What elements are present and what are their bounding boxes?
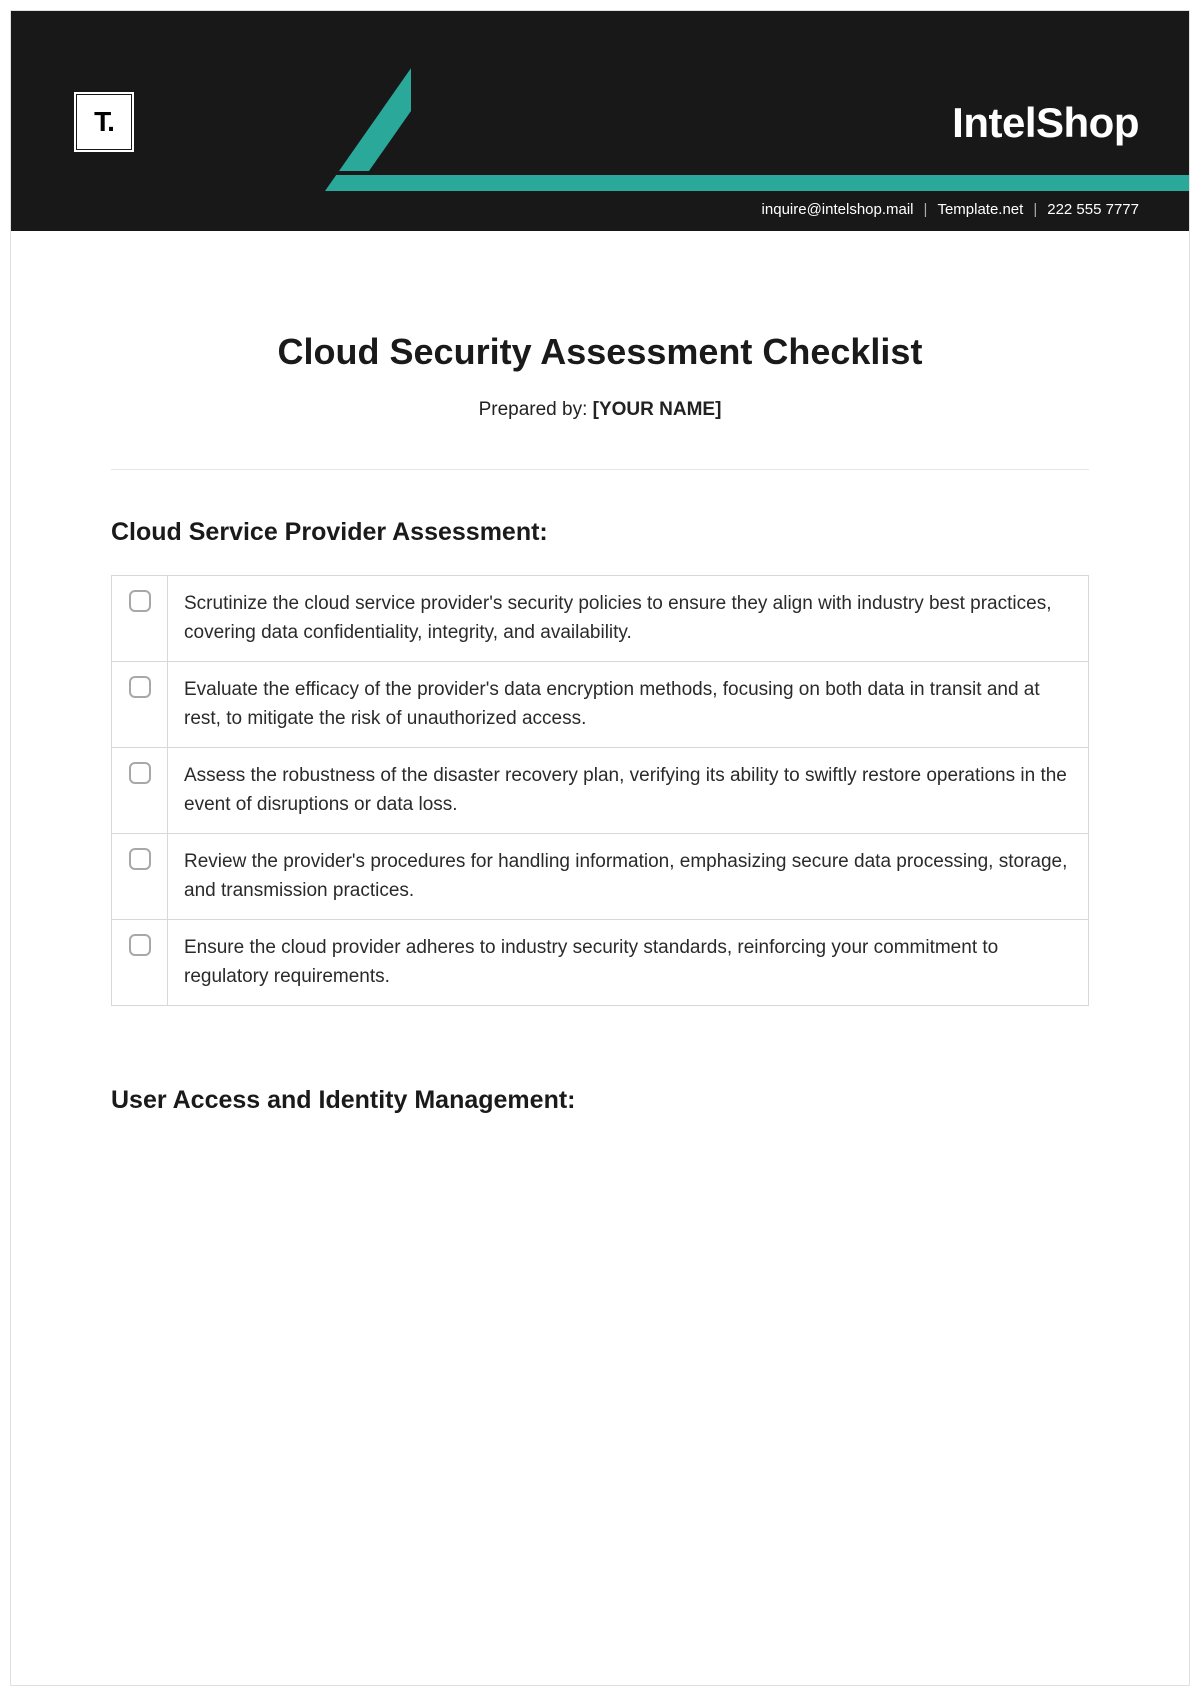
document-title: Cloud Security Assessment Checklist	[111, 331, 1089, 373]
prepared-by: Prepared by: [YOUR NAME]	[111, 399, 1089, 421]
section-title: User Access and Identity Management:	[111, 1086, 1089, 1115]
contact-phone: 222 555 7777	[1047, 201, 1139, 218]
prepared-by-value: [YOUR NAME]	[593, 399, 722, 420]
checkbox-cell	[112, 576, 168, 662]
checkbox-icon[interactable]	[129, 848, 151, 870]
company-name: IntelShop	[952, 99, 1139, 147]
header-diagonal-accent	[11, 11, 411, 191]
contact-site: Template.net	[937, 201, 1023, 218]
logo-text: T.	[94, 106, 114, 138]
checkbox-cell	[112, 920, 168, 1006]
checkbox-icon[interactable]	[129, 676, 151, 698]
separator: |	[1033, 201, 1037, 218]
checkbox-icon[interactable]	[129, 590, 151, 612]
section-title: Cloud Service Provider Assessment:	[111, 518, 1089, 547]
checklist-table: Scrutinize the cloud service provider's …	[111, 575, 1089, 1006]
checklist-item-text: Ensure the cloud provider adheres to ind…	[168, 920, 1089, 1006]
checkbox-icon[interactable]	[129, 762, 151, 784]
checklist-item-text: Review the provider's procedures for han…	[168, 834, 1089, 920]
checklist-row: Review the provider's procedures for han…	[112, 834, 1089, 920]
divider	[111, 469, 1089, 470]
checklist-item-text: Evaluate the efficacy of the provider's …	[168, 662, 1089, 748]
checklist-row: Assess the robustness of the disaster re…	[112, 748, 1089, 834]
prepared-by-label: Prepared by:	[479, 399, 593, 420]
separator: |	[924, 201, 928, 218]
checklist-row: Scrutinize the cloud service provider's …	[112, 576, 1089, 662]
document-page: T. IntelShop inquire@intelshop.mail | Te…	[10, 10, 1190, 1686]
checklist-item-text: Scrutinize the cloud service provider's …	[168, 576, 1089, 662]
checklist-row: Evaluate the efficacy of the provider's …	[112, 662, 1089, 748]
contact-bar: inquire@intelshop.mail | Template.net | …	[762, 201, 1139, 218]
contact-email: inquire@intelshop.mail	[762, 201, 914, 218]
checklist-item-text: Assess the robustness of the disaster re…	[168, 748, 1089, 834]
checklist-row: Ensure the cloud provider adheres to ind…	[112, 920, 1089, 1006]
header: T. IntelShop inquire@intelshop.mail | Te…	[11, 11, 1189, 231]
checkbox-cell	[112, 834, 168, 920]
checkbox-cell	[112, 662, 168, 748]
logo: T.	[73, 91, 135, 153]
checkbox-cell	[112, 748, 168, 834]
content-area: Cloud Security Assessment Checklist Prep…	[11, 231, 1189, 1183]
checkbox-icon[interactable]	[129, 934, 151, 956]
